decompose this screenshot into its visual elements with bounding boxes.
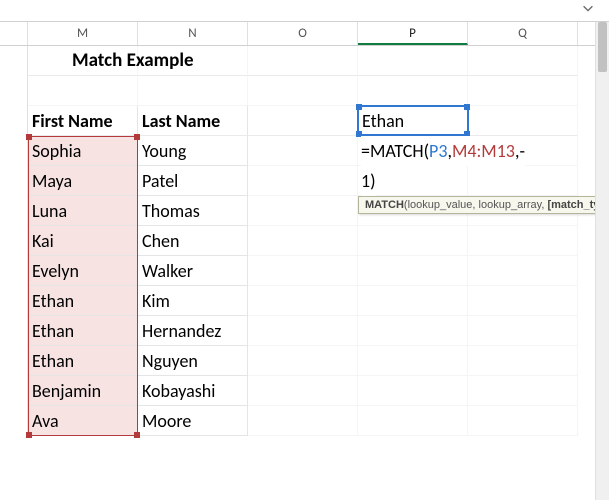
col-header-N[interactable]: N [138,22,248,45]
function-tooltip: MATCH(lookup_value, lookup_array, [match… [358,196,609,214]
cell[interactable] [248,256,358,286]
cell[interactable] [248,166,358,196]
cell[interactable] [358,76,468,106]
cell[interactable] [28,76,138,106]
cell[interactable] [358,376,468,406]
cell[interactable] [358,226,468,256]
cell[interactable] [138,76,248,106]
cell[interactable] [468,46,578,76]
col-header-O[interactable]: O [248,22,358,45]
col-header-M[interactable]: M [28,22,138,45]
cell-last[interactable]: Young [138,136,248,166]
cell-last[interactable]: Kim [138,286,248,316]
cell[interactable] [358,286,468,316]
cell-first[interactable]: Kai [28,226,138,256]
cell[interactable] [358,46,468,76]
chevron-down-icon[interactable] [581,1,595,20]
cell[interactable] [248,46,358,76]
grid[interactable]: M N O P Q Match Example [0,22,595,500]
col-header-P[interactable]: P [358,22,468,45]
cell[interactable] [358,346,468,376]
cell-first[interactable]: Evelyn [28,256,138,286]
cell-last[interactable]: Walker [138,256,248,286]
cell[interactable] [138,46,248,76]
cell-first[interactable]: Ethan [28,316,138,346]
cell-last[interactable]: Patel [138,166,248,196]
cell[interactable] [248,226,358,256]
cell[interactable] [468,106,578,136]
cell[interactable] [468,316,578,346]
cell-last[interactable]: Nguyen [138,346,248,376]
cell-first[interactable]: Luna [28,196,138,226]
cell-first[interactable]: Benjamin [28,376,138,406]
cell[interactable] [248,346,358,376]
cell[interactable] [248,136,358,166]
cell-first[interactable]: Ethan [28,346,138,376]
cell-last[interactable]: Chen [138,226,248,256]
cell-first[interactable]: Sophia [28,136,138,166]
cell-last[interactable]: Hernandez [138,316,248,346]
cell-last[interactable]: Moore [138,406,248,436]
cell[interactable] [248,316,358,346]
hdr-last-name: Last Name [138,106,248,136]
cell[interactable] [468,376,578,406]
lookup-value-cell[interactable]: Ethan [358,106,468,136]
cell[interactable] [468,166,578,196]
scrollbar-thumb[interactable] [598,22,607,72]
cell-first[interactable]: Ethan [28,286,138,316]
window-toolbar [0,0,609,22]
cell-last[interactable]: Kobayashi [138,376,248,406]
cell[interactable] [468,346,578,376]
cell[interactable] [468,286,578,316]
select-all-corner[interactable] [0,22,28,45]
cell-first[interactable]: Ava [28,406,138,436]
cell[interactable] [248,76,358,106]
cell[interactable] [358,256,468,286]
cell[interactable] [468,256,578,286]
vertical-scrollbar[interactable] [595,22,609,500]
cell-first[interactable]: Maya [28,166,138,196]
cell-last[interactable]: Thomas [138,196,248,226]
cell[interactable] [468,226,578,256]
cell[interactable] [358,406,468,436]
cell[interactable] [358,166,468,196]
title-cell: Match Example [28,46,138,76]
cell[interactable] [248,376,358,406]
formula-cell[interactable] [358,136,468,166]
cell[interactable] [248,406,358,436]
spreadsheet-area[interactable]: M N O P Q Match Example [0,22,609,500]
cell[interactable] [248,286,358,316]
cell[interactable] [468,136,578,166]
cells-body[interactable]: Match Example First Name Last Name [0,46,595,436]
cell[interactable] [248,196,358,226]
cell[interactable] [358,316,468,346]
hdr-first-name: First Name [28,106,138,136]
cell[interactable] [468,406,578,436]
col-header-Q[interactable]: Q [468,22,578,45]
cell[interactable] [248,106,358,136]
cell[interactable] [468,76,578,106]
column-headers[interactable]: M N O P Q [0,22,595,46]
